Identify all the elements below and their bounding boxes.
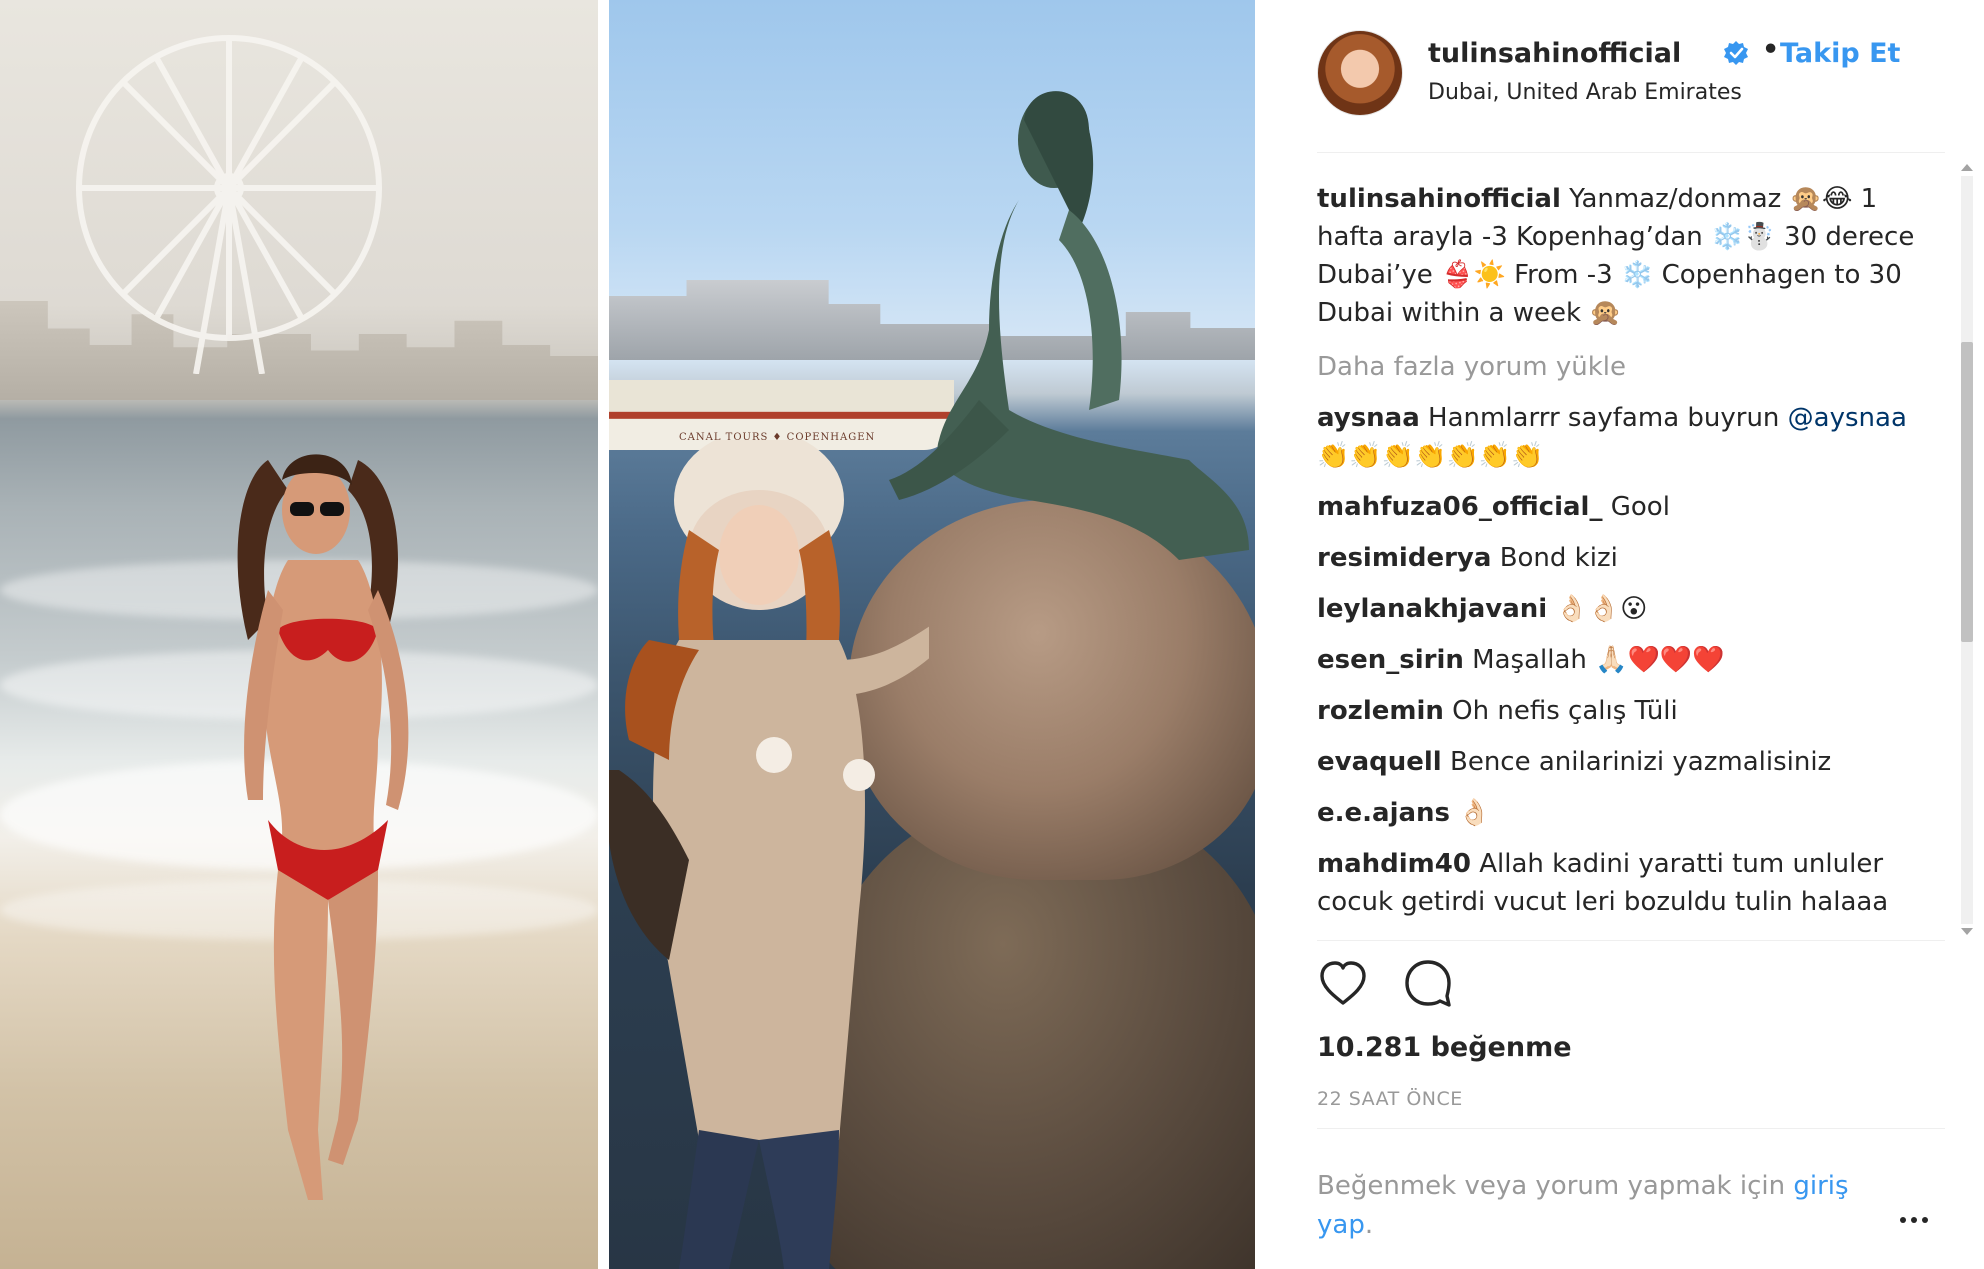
comments-scrollbar[interactable] <box>1957 162 1977 942</box>
likes-count[interactable]: 10.281 beğenme <box>1317 1032 1572 1063</box>
comment-item: leylanakhjavani 👌🏻👌🏻😮 <box>1317 590 1917 628</box>
comment-item: resimiderya Bond kizi <box>1317 539 1917 577</box>
header-username[interactable]: tulinsahinofficial <box>1428 38 1681 69</box>
post-actions <box>1317 958 1517 1018</box>
comment-text: Maşallah 🙏🏻❤️❤️❤️ <box>1472 645 1725 675</box>
more-options-icon[interactable] <box>1900 1208 1936 1223</box>
heart-icon[interactable] <box>1317 958 1369 1010</box>
comment-item: rozlemin Oh nefis çalış Tüli <box>1317 692 1917 730</box>
comment-text: Oh nefis çalış Tüli <box>1452 696 1678 726</box>
comment-username[interactable]: resimiderya <box>1317 543 1491 573</box>
scroll-down-arrow-icon[interactable] <box>1961 928 1973 935</box>
divider <box>1317 152 1945 153</box>
verified-badge-icon <box>1724 41 1748 65</box>
login-prompt-text: Beğenmek veya yorum yapmak için <box>1317 1171 1794 1201</box>
post-panel: tulinsahinofficial • Takip Et Dubai, Uni… <box>1255 0 1984 1269</box>
login-prompt-suffix: . <box>1364 1210 1374 1240</box>
mention-link[interactable]: @aysnaa <box>1788 403 1907 433</box>
comment-username[interactable]: leylanakhjavani <box>1317 594 1547 624</box>
scroll-up-arrow-icon[interactable] <box>1961 164 1973 171</box>
comment-text-extra: 👏👏👏👏👏👏👏 <box>1317 441 1544 471</box>
comment-item: evaquell Bence anilarinizi yazmalisiniz <box>1317 743 1917 781</box>
scroll-thumb[interactable] <box>1961 342 1973 642</box>
comment-username[interactable]: esen_sirin <box>1317 645 1464 675</box>
woman-with-fur-hat <box>609 440 929 1269</box>
comment-bubble-icon[interactable] <box>1403 958 1453 1008</box>
comment-item: mahdim40 Allah kadini yaratti tum unlule… <box>1317 845 1917 921</box>
divider <box>1317 940 1945 941</box>
login-prompt: Beğenmek veya yorum yapmak için giriş ya… <box>1317 1167 1877 1245</box>
photo-copenhagen: CANAL TOURS ♦ COPENHAGEN <box>609 0 1255 1269</box>
comment-text: 👌🏻👌🏻😮 <box>1555 594 1648 624</box>
follow-button[interactable]: Takip Et <box>1780 38 1900 69</box>
comment-item: aysnaa Hanmlarrr sayfama buyrun @aysnaa … <box>1317 399 1917 475</box>
post-timestamp: 22 SAAT ÖNCE <box>1317 1088 1463 1110</box>
location-link[interactable]: Dubai, United Arab Emirates <box>1428 80 1742 105</box>
caption-username[interactable]: tulinsahinofficial <box>1317 184 1561 214</box>
post-header: tulinsahinofficial • Takip Et Dubai, Uni… <box>1317 30 1944 130</box>
photo-dubai-beach <box>0 0 598 1269</box>
caption: tulinsahinofficial Yanmaz/donmaz 🙊😂 1 ha… <box>1317 180 1917 332</box>
comment-username[interactable]: mahfuza06_official_ <box>1317 492 1602 522</box>
little-mermaid-statue <box>889 91 1249 560</box>
avatar[interactable] <box>1317 30 1403 116</box>
comment-text: 👌🏻 <box>1458 798 1491 828</box>
comment-username[interactable]: evaquell <box>1317 747 1442 777</box>
woman-on-beach <box>237 454 409 1200</box>
comment-text: Bond kizi <box>1499 543 1618 573</box>
load-more-comments-button[interactable]: Daha fazla yorum yükle <box>1317 348 1917 386</box>
header-separator: • <box>1762 34 1780 65</box>
comment-item: e.e.ajans 👌🏻 <box>1317 794 1917 832</box>
comment-text: Hanmlarrr sayfama buyrun <box>1428 403 1788 433</box>
divider <box>1317 1128 1945 1129</box>
comment-text: Bence anilarinizi yazmalisiniz <box>1449 747 1832 777</box>
comment-username[interactable]: mahdim40 <box>1317 849 1471 879</box>
comment-username[interactable]: e.e.ajans <box>1317 798 1450 828</box>
ferris-wheel <box>76 35 382 374</box>
comment-item: esen_sirin Maşallah 🙏🏻❤️❤️❤️ <box>1317 641 1917 679</box>
comment-item: mahfuza06_official_ Gool <box>1317 488 1917 526</box>
comment-text: Gool <box>1610 492 1670 522</box>
comment-username[interactable]: rozlemin <box>1317 696 1444 726</box>
comments-list[interactable]: tulinsahinofficial Yanmaz/donmaz 🙊😂 1 ha… <box>1317 180 1917 935</box>
comment-username[interactable]: aysnaa <box>1317 403 1420 433</box>
